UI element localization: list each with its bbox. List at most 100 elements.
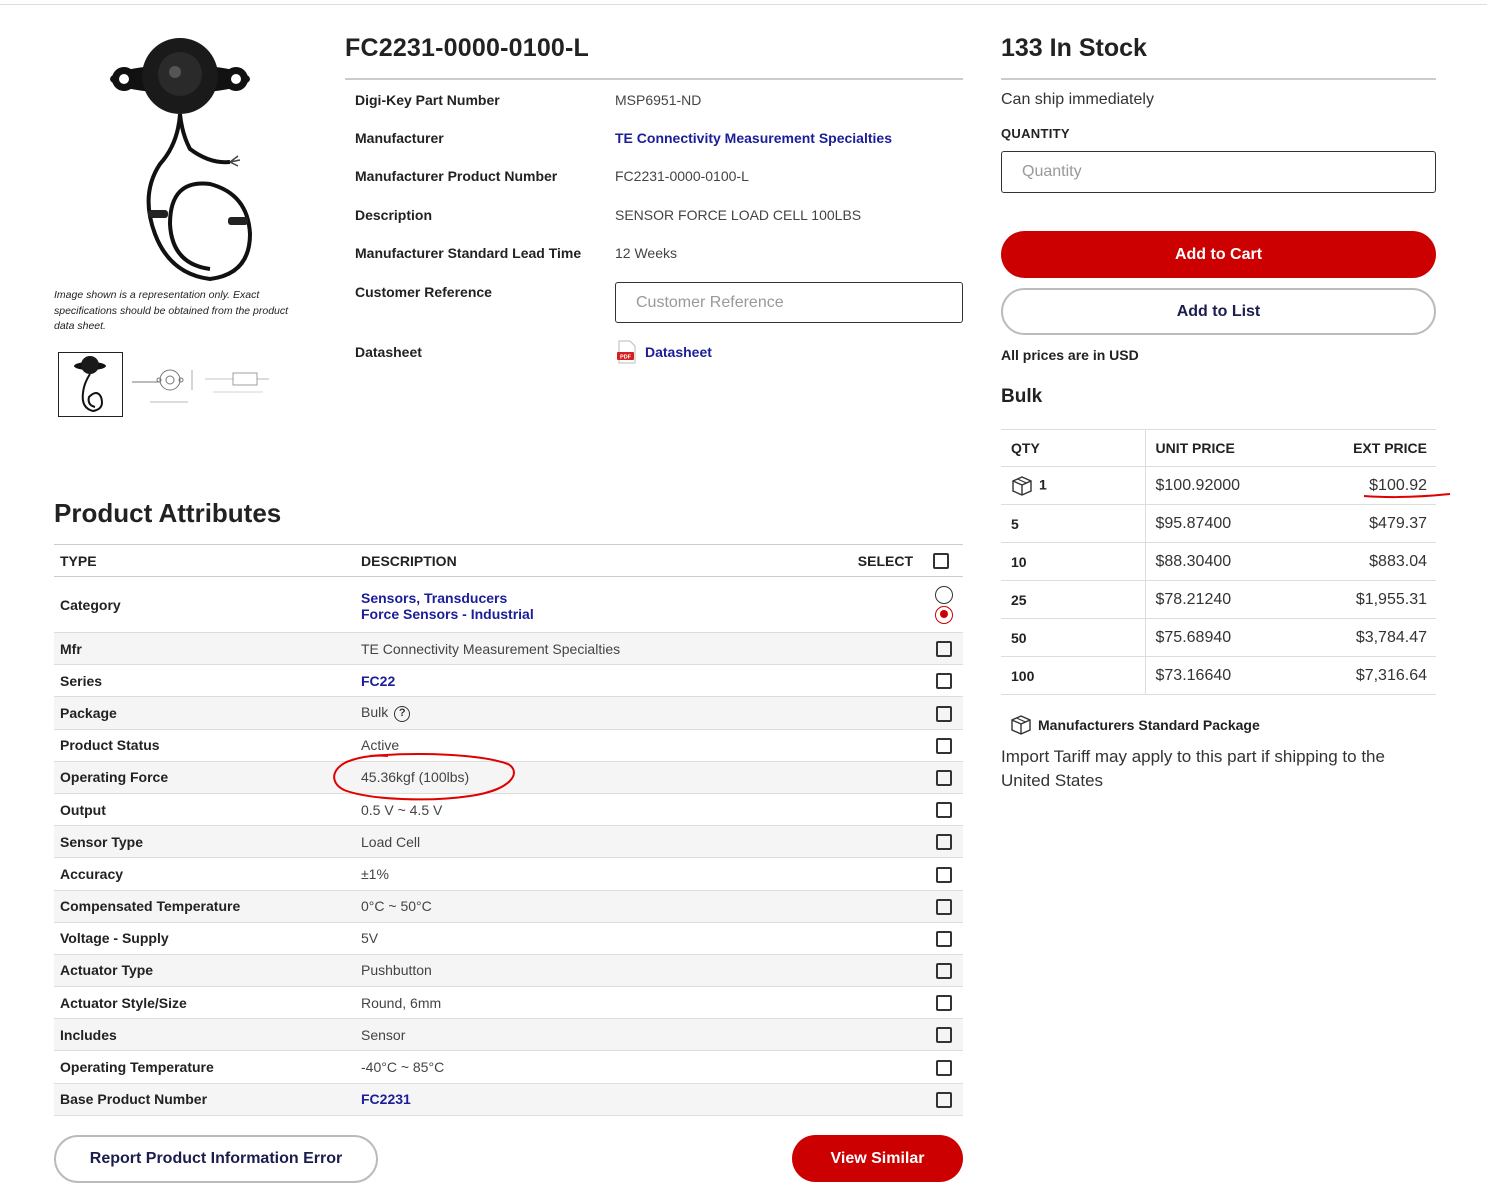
attr-checkbox[interactable]: [936, 641, 952, 658]
standard-package-note: Manufacturers Standard Package: [1010, 714, 1260, 736]
attr-checkbox[interactable]: [936, 673, 952, 690]
attr-checkbox[interactable]: [936, 769, 952, 786]
add-to-cart-button[interactable]: Add to Cart: [1001, 231, 1436, 278]
attr-type: Series: [54, 664, 355, 698]
category-link-1[interactable]: Sensors, Transducers: [361, 590, 919, 606]
quantity-input[interactable]: [1001, 151, 1436, 193]
attr-checkbox[interactable]: [936, 802, 952, 819]
attr-row: Sensor Type Load Cell: [54, 825, 963, 859]
attr-desc: Pushbutton: [361, 962, 432, 979]
price-ext: $479.37: [1292, 504, 1436, 543]
price-unit: $88.30400: [1145, 542, 1293, 581]
price-qty: 5: [1011, 515, 1019, 532]
attr-row: Actuator Style/Size Round, 6mm: [54, 986, 963, 1020]
attr-row: Actuator Type Pushbutton: [54, 954, 963, 988]
product-image: [110, 38, 253, 282]
price-unit: $75.68940: [1145, 618, 1293, 657]
col-qty: QTY: [1001, 429, 1146, 467]
attr-row: Includes Sensor: [54, 1018, 963, 1052]
attr-checkbox[interactable]: [936, 1059, 952, 1076]
attr-checkbox[interactable]: [936, 995, 952, 1012]
package-box-icon: [1011, 715, 1031, 735]
attr-select: [919, 1050, 963, 1084]
pdf-icon[interactable]: PDF: [617, 340, 637, 364]
col-description: DESCRIPTION SELECT: [355, 544, 919, 577]
attr-select: [919, 793, 963, 827]
svg-text:PDF: PDF: [620, 355, 632, 361]
attr-row: Voltage - Supply 5V: [54, 922, 963, 955]
thumbnail-drawing-1[interactable]: [130, 358, 202, 408]
attr-checkbox[interactable]: [936, 1091, 952, 1108]
attr-desc: TE Connectivity Measurement Specialties: [361, 640, 621, 657]
price-row: 100 $73.16640 $7,316.64: [1001, 656, 1436, 695]
datasheet-link[interactable]: Datasheet: [645, 344, 1005, 360]
col-select-label: SELECT: [857, 552, 913, 569]
attr-desc-cell: Pushbutton: [355, 954, 919, 988]
attr-checkbox[interactable]: [936, 834, 952, 851]
attr-desc: Load Cell: [361, 833, 421, 850]
attr-desc: ±1%: [361, 865, 389, 882]
detail-label: Customer Reference: [355, 284, 492, 300]
attr-checkbox[interactable]: [936, 963, 952, 980]
help-icon[interactable]: ?: [394, 705, 411, 722]
attr-row-category: Category Sensors, Transducers Force Sens…: [54, 576, 963, 633]
stock-divider: [1001, 78, 1436, 80]
manufacturer-link[interactable]: TE Connectivity Measurement Specialties: [615, 130, 975, 146]
attr-checkbox[interactable]: [936, 705, 952, 722]
view-similar-button[interactable]: View Similar: [792, 1135, 963, 1182]
attr-row: Compensated Temperature 0°C ~ 50°C: [54, 890, 963, 923]
attr-desc-link[interactable]: FC22: [361, 673, 395, 689]
packaging-heading: Bulk: [1001, 386, 1043, 407]
attr-desc: Sensors, Transducers Force Sensors - Ind…: [355, 576, 919, 633]
price-ext: $100.92: [1292, 466, 1436, 505]
attr-desc: 45.36kgf (100lbs): [361, 769, 470, 786]
attr-row: Accuracy ±1%: [54, 857, 963, 891]
attr-checkbox[interactable]: [936, 866, 952, 883]
category-radio-2[interactable]: [935, 605, 953, 624]
detail-value: 12 Weeks: [615, 245, 677, 261]
customer-reference-input[interactable]: [615, 282, 963, 323]
attr-desc: Round, 6mm: [361, 994, 442, 1011]
thumbnail-photo[interactable]: [58, 352, 123, 417]
attr-select: [919, 986, 963, 1020]
attr-select: [919, 664, 963, 698]
price-qty: 1: [1039, 476, 1047, 493]
price-qty-cell: 5: [1001, 504, 1146, 543]
attr-checkbox[interactable]: [936, 898, 952, 915]
attr-row: Product Status Active: [54, 729, 963, 762]
price-unit: $100.92000: [1145, 466, 1293, 505]
category-radio-1[interactable]: [935, 585, 953, 604]
attr-desc-cell: ±1%: [355, 857, 919, 891]
attr-desc: Bulk: [361, 704, 389, 721]
attr-desc-link[interactable]: FC2231: [361, 1091, 411, 1107]
attr-select: [919, 825, 963, 859]
attr-select: [919, 632, 963, 666]
attr-checkbox[interactable]: [936, 1027, 952, 1044]
report-error-button[interactable]: Report Product Information Error: [54, 1135, 378, 1183]
attr-desc-cell: Round, 6mm: [355, 986, 919, 1020]
thumbnail-drawing-2[interactable]: [203, 368, 273, 398]
attr-select: [919, 857, 963, 891]
package-box-icon: [1012, 475, 1032, 496]
attr-type: Compensated Temperature: [54, 890, 355, 923]
select-all-checkbox[interactable]: [933, 553, 949, 570]
attr-type: Mfr: [54, 632, 355, 666]
attr-checkbox[interactable]: [936, 737, 952, 754]
add-to-list-button[interactable]: Add to List: [1001, 288, 1436, 335]
ship-note: Can ship immediately: [1001, 91, 1154, 108]
attr-checkbox[interactable]: [936, 930, 952, 947]
attributes-table: TYPE DESCRIPTION SELECT Category Sensors,…: [54, 544, 963, 1116]
price-unit: $95.87400: [1145, 504, 1293, 543]
attr-desc-cell: FC2231: [355, 1083, 919, 1116]
price-ext: $1,955.31: [1292, 580, 1436, 619]
attributes-header-row: TYPE DESCRIPTION SELECT: [54, 544, 963, 577]
price-qty: 10: [1011, 553, 1027, 570]
attr-type: Actuator Type: [54, 954, 355, 988]
attr-row: Series FC22: [54, 664, 963, 698]
attr-desc-cell: TE Connectivity Measurement Specialties: [355, 632, 919, 666]
detail-value: MSP6951-ND: [615, 92, 702, 108]
price-header-row: QTY UNIT PRICE EXT PRICE: [1001, 429, 1436, 467]
category-link-2[interactable]: Force Sensors - Industrial: [361, 606, 919, 622]
attr-desc-cell: Sensor: [355, 1018, 919, 1052]
attr-desc-cell: Load Cell: [355, 825, 919, 859]
